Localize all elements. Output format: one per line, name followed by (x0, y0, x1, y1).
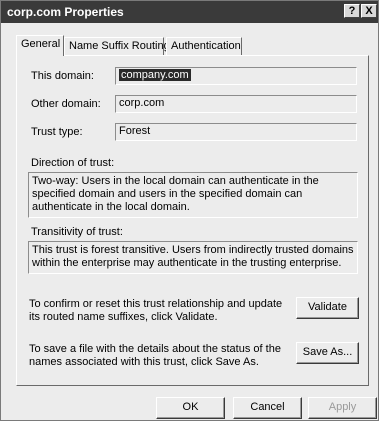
tab-general[interactable]: General (16, 35, 64, 56)
tab-authentication[interactable]: Authentication (166, 37, 242, 55)
other-domain-field[interactable]: corp.com (115, 95, 357, 113)
direction-text: Two-way: Users in the local domain can a… (28, 172, 358, 218)
saveas-description: To save a file with the details about th… (29, 343, 281, 368)
validate-button[interactable]: Validate (296, 297, 359, 319)
other-domain-label: Other domain: (31, 98, 101, 110)
trust-type-field[interactable]: Forest (115, 123, 357, 141)
save-as-button[interactable]: Save As... (296, 342, 359, 364)
tab-name-suffix-routing[interactable]: Name Suffix Routing (64, 37, 170, 55)
properties-dialog: corp.com Properties ? X General Name Suf… (0, 0, 379, 421)
trust-type-label: Trust type: (31, 126, 83, 138)
title-bar[interactable]: corp.com Properties ? X (1, 1, 378, 23)
window-title: corp.com Properties (7, 5, 124, 19)
this-domain-field[interactable]: company.com (115, 67, 357, 85)
cancel-button[interactable]: Cancel (233, 397, 302, 419)
ok-button[interactable]: OK (156, 397, 225, 419)
transitivity-text: This trust is forest transitive. Users f… (28, 241, 358, 274)
close-button[interactable]: X (361, 4, 377, 18)
general-panel: This domain: company.com Other domain: c… (16, 55, 369, 386)
direction-label: Direction of trust: (31, 157, 115, 169)
this-domain-label: This domain: (31, 70, 94, 82)
help-button[interactable]: ? (344, 4, 360, 18)
validate-description: To confirm or reset this trust relations… (29, 298, 283, 323)
transitivity-label: Transitivity of trust: (31, 226, 123, 238)
this-domain-value: company.com (119, 69, 191, 81)
apply-button: Apply (308, 397, 377, 419)
